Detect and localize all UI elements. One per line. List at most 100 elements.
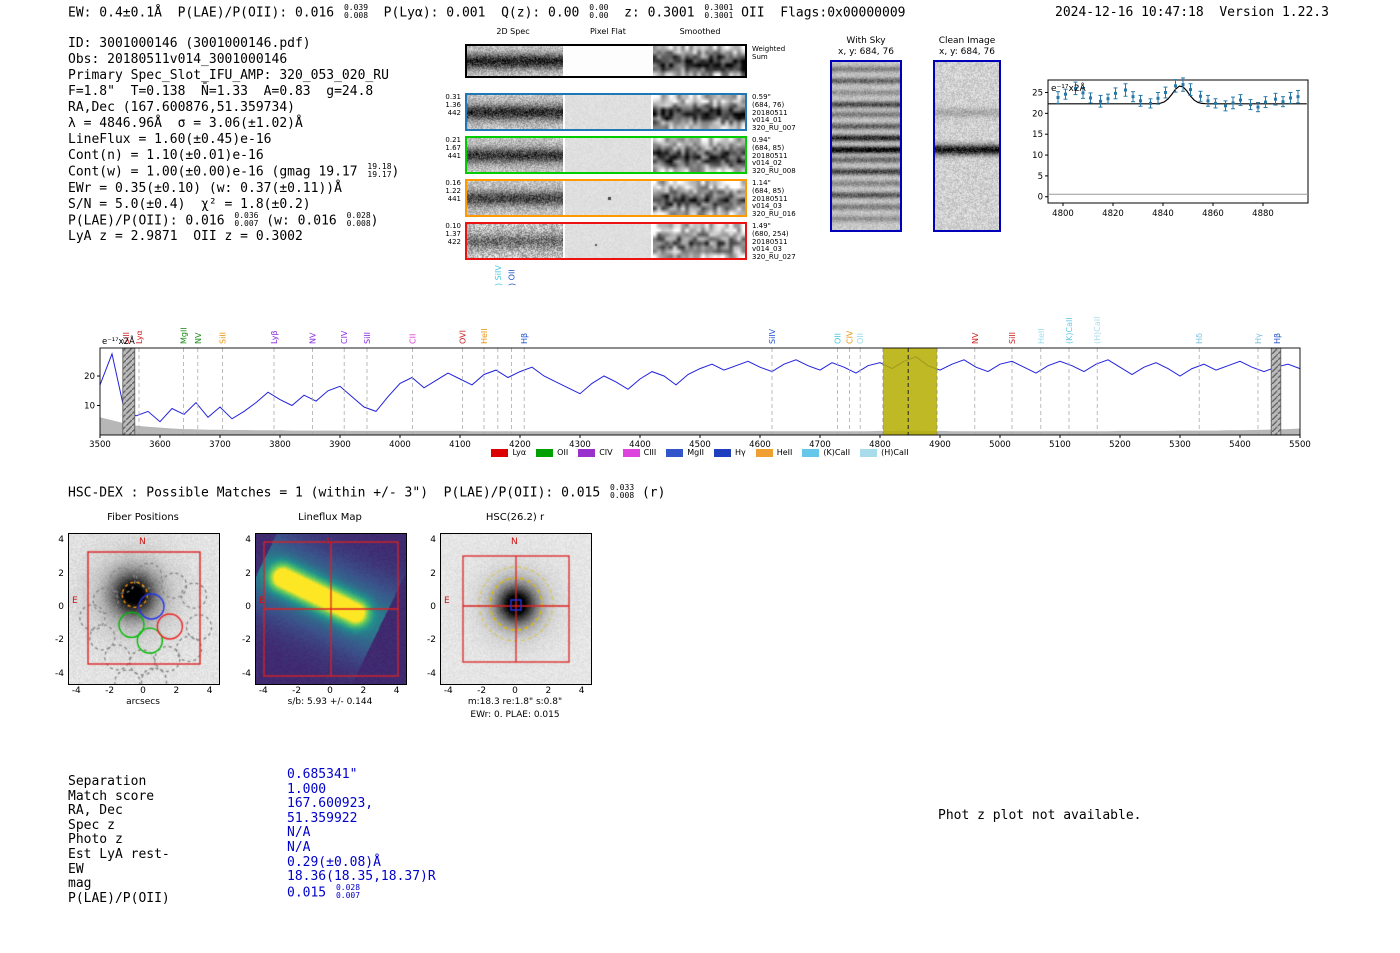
spec2d-row2-panel-2 (653, 181, 745, 215)
elixer-detection-report: EW: 0.4±0.1Å P(LAE)/P(OII): 0.016 0.039 0… (0, 0, 1400, 953)
spec2d-row-annotation: 1.14" (684, 85) 20180511 v014_03 320_RU_016 (752, 179, 796, 219)
svg-text:3500: 3500 (89, 440, 111, 450)
info-line: LineFlux = 1.60(±0.45)e-16 (68, 132, 272, 147)
spec2d-row2-panel-1 (565, 181, 651, 215)
svg-text:3600: 3600 (149, 440, 171, 450)
legend-label: Lyα (512, 448, 527, 457)
header-timestamp-version: 2024-12-16 10:47:18 Version 1.22.3 (1055, 5, 1329, 20)
x-tick-label: -4 (443, 686, 453, 696)
cutout-caption: arcsecs (126, 697, 160, 707)
svg-text:4880: 4880 (1252, 209, 1274, 219)
header-summary: EW: 0.4±0.1Å P(LAE)/P(OII): 0.016 0.039 0… (68, 3, 906, 21)
info-line: Primary Spec_Slot_IFU_AMP: 320_053_020_R… (68, 68, 389, 83)
spec2d-col-header: Pixel Flat (590, 27, 626, 36)
match-row-value: 167.600923, 51.359922 (287, 796, 374, 826)
spec2d-row0-panel-0 (467, 95, 563, 129)
emission-line-label: SiII (363, 332, 372, 344)
spec2d-row1-panel-0 (467, 138, 563, 172)
match-row-value: 0.685341" (287, 767, 358, 782)
spec2d-row2-frame (465, 179, 747, 217)
cutout-caption: EWr: 0. PLAE: 0.015 (470, 710, 560, 720)
uncertainty-fraction: 0.00 0.00 (589, 3, 609, 20)
y-tick-label: 2 (245, 568, 251, 579)
emission-line-label: OII (833, 333, 842, 344)
emission-line-label: Lyα (135, 330, 144, 344)
match-row-value: 0.29(±0.08)Å (287, 854, 381, 870)
withsky-image-frame (830, 60, 902, 232)
hsc-dex-match-line: HSC-DEX : Possible Matches = 1 (within +… (68, 483, 666, 501)
uncertainty-fraction: 0.036 0.007 (234, 210, 259, 228)
y-tick-label: 2 (430, 568, 436, 579)
x-tick-label: -4 (258, 686, 268, 696)
svg-text:4820: 4820 (1102, 209, 1124, 219)
svg-text:20: 20 (1032, 109, 1043, 119)
y-tick-label: 2 (58, 568, 64, 579)
photz-note: Phot z plot not available. (938, 808, 1142, 823)
emission-line-label: ) OII (508, 269, 517, 286)
cutout-image-1 (255, 533, 407, 685)
y-tick-label: -2 (55, 635, 64, 646)
emission-line-label: OVI (458, 330, 467, 344)
info-line: F=1.8" T=0.138 N̄=1.33 A=0.83 g=24.8 (68, 84, 374, 99)
legend-label: (K)CaII (823, 448, 851, 457)
x-tick-label: 2 (173, 686, 180, 696)
legend-swatch (713, 448, 731, 457)
y-tick-label: 4 (245, 535, 251, 546)
legend-entry: OII (536, 448, 568, 457)
legend-entry: Lyα (491, 448, 526, 457)
match-row-label: Separation (68, 774, 147, 789)
cutout-caption: m:18.3 re:1.8" s:0.8" (467, 697, 563, 707)
legend-swatch (666, 448, 684, 457)
svg-text:3900: 3900 (329, 440, 351, 450)
legend-label: OII (557, 448, 569, 457)
match-table-values: 0.685341" 1.000 167.600923, 51.359922 N/A N/… (287, 767, 436, 901)
emission-line-label: HeII (480, 328, 489, 344)
y-tick-label: 0 (245, 602, 251, 612)
y-tick-label: -4 (242, 668, 251, 679)
legend-label: (H)CaII (881, 448, 909, 457)
x-tick-label: 4 (578, 686, 585, 696)
svg-text:10: 10 (1032, 151, 1043, 161)
match-row-label: RA, Dec (68, 803, 123, 819)
legend-label: CIII (643, 448, 657, 457)
x-tick-label: -4 (71, 686, 81, 696)
legend-label: HeII (776, 448, 793, 457)
svg-text:4860: 4860 (1202, 209, 1224, 219)
x-tick-label: 2 (360, 686, 367, 696)
pixelflat-blank (565, 46, 651, 76)
legend-entry: HeII (755, 448, 793, 457)
match-row-value: N/A (287, 839, 311, 855)
match-row-label: mag (68, 876, 92, 892)
spec2d-weighted-frame (465, 44, 747, 78)
spec2d-weighted-panel-2 (653, 46, 745, 76)
spec2d-row-left-values: 0.31 1.36 442 (445, 93, 461, 117)
emission-line-label: NV (971, 332, 980, 344)
legend-label: MgII (687, 448, 704, 457)
emission-line-label: Lyβ (270, 330, 279, 344)
noise-spectrum (100, 417, 1300, 435)
svg-text:5500: 5500 (1289, 440, 1311, 450)
spectrum-legend: Lyα OII CIV CIII MgII Hγ HeII (K)CaII (H)CaII (420, 448, 980, 457)
uncertainty-fraction: 0.3001 0.3001 (704, 3, 734, 20)
svg-text:0: 0 (1038, 193, 1043, 203)
spec2d-weighted-panel-0 (467, 46, 563, 76)
match-row-label: Match score (68, 788, 155, 804)
match-row-value: 1.000 (287, 781, 327, 797)
svg-text:4800: 4800 (1052, 209, 1074, 219)
cutout-caption: s/b: 5.93 +/- 0.144 (287, 697, 373, 707)
uncertainty-fraction: 0.033 0.008 (610, 483, 635, 500)
spec2d-row-left-values: 0.21 1.67 441 (445, 136, 461, 160)
spec2d-col-header: 2D Spec (496, 27, 530, 36)
y-tick-label: -4 (427, 668, 436, 679)
info-line: λ = 4846.96Å σ = 3.06(±1.02)Å (68, 116, 303, 131)
full-spectrum-chart: SiII Lyα MgII NV SiII Lyβ NV CIV SiII CII OVI HeII)… (84, 265, 1311, 450)
svg-text:e⁻¹⁷x2Å: e⁻¹⁷x2Å (1051, 82, 1087, 94)
x-tick-label: 2 (545, 686, 552, 696)
emission-line-label: (K)CaII (1065, 317, 1074, 344)
emission-line-label: MgII (179, 327, 188, 344)
withsky-image (832, 62, 900, 230)
legend-swatch (578, 448, 596, 457)
x-tick-label: 0 (327, 686, 333, 696)
spec2d-col-header: Smoothed (679, 27, 721, 36)
weighted-sum-label: Weighted Sum (752, 45, 786, 61)
